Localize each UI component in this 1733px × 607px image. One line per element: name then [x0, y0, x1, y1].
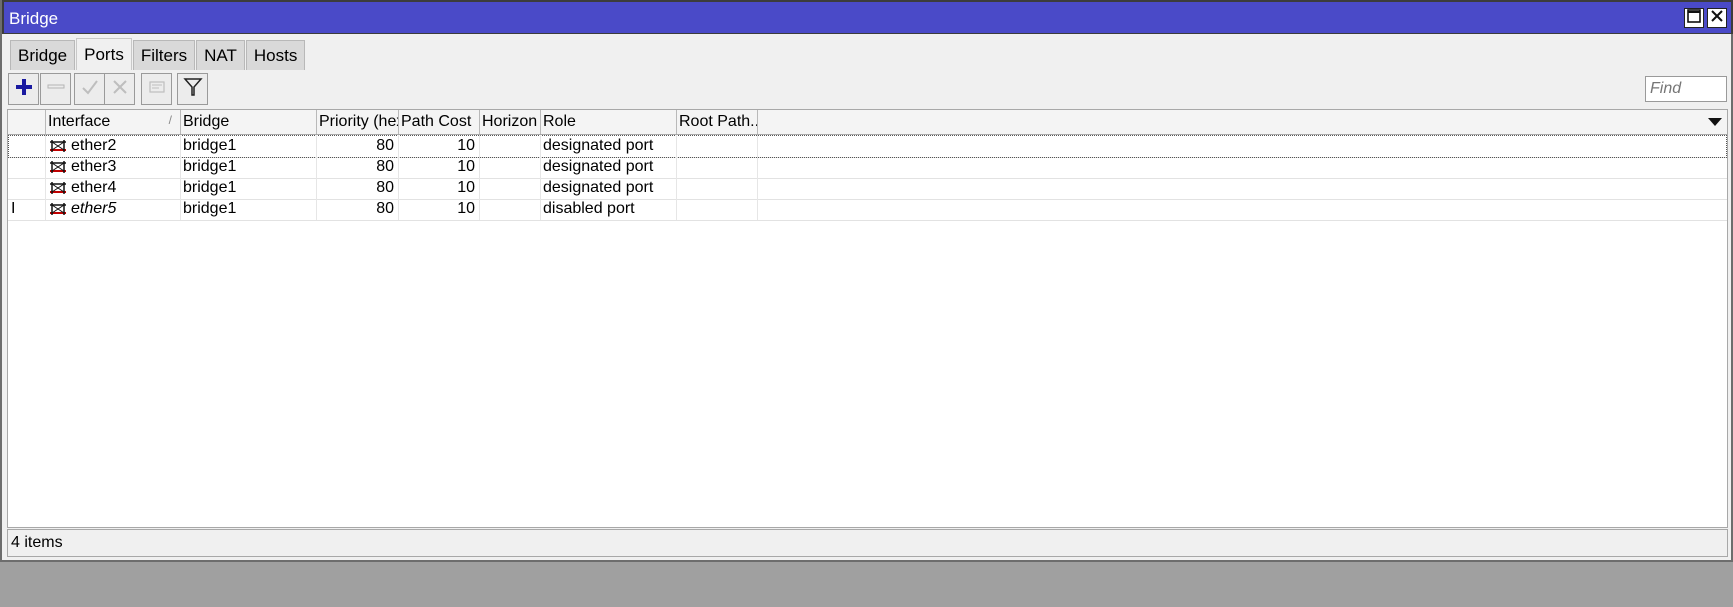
row-interface: ether2	[46, 135, 181, 157]
toolbar	[8, 73, 1728, 107]
column-header-role[interactable]: Role	[541, 110, 677, 134]
filter-icon	[182, 77, 203, 102]
row-priority: 80	[317, 135, 399, 157]
row-role: disabled port	[541, 198, 677, 220]
title-bar[interactable]: Bridge	[2, 0, 1733, 34]
row-path-cost: 10	[399, 177, 480, 199]
minus-icon	[47, 78, 65, 101]
close-button[interactable]	[1707, 8, 1727, 28]
row-root-path	[677, 177, 758, 199]
row-interface-label: ether2	[71, 137, 117, 154]
tab-hosts[interactable]: Hosts	[245, 40, 306, 70]
row-root-path	[677, 156, 758, 178]
add-button[interactable]	[8, 73, 39, 105]
ethernet-port-icon	[50, 182, 66, 194]
row-interface-label: ether3	[71, 158, 117, 175]
column-header-interface-label: Interface	[48, 113, 111, 130]
disable-button[interactable]	[104, 73, 135, 105]
row-priority: 80	[317, 177, 399, 199]
row-root-path	[677, 198, 758, 220]
ethernet-port-icon	[50, 161, 66, 173]
columns-dropdown-icon[interactable]	[1708, 118, 1722, 126]
tab-strip: Bridge Ports Filters NAT Hosts	[10, 38, 306, 70]
row-bridge: bridge1	[181, 198, 317, 220]
row-flag	[8, 177, 46, 199]
row-horizon	[480, 156, 541, 178]
find-input[interactable]	[1645, 76, 1727, 102]
row-root-path	[677, 135, 758, 157]
table-row[interactable]: ether4 bridge1 80 10 designated port	[8, 177, 1727, 200]
filter-button[interactable]	[177, 73, 208, 105]
tab-ports[interactable]: Ports	[76, 38, 132, 70]
item-count: 4 items	[11, 534, 63, 551]
column-header-interface[interactable]: Interface /	[46, 110, 181, 134]
row-role: designated port	[541, 177, 677, 199]
x-icon	[111, 78, 129, 101]
row-path-cost: 10	[399, 135, 480, 157]
row-flag	[8, 135, 46, 157]
row-priority: 80	[317, 156, 399, 178]
desktop-background	[0, 562, 1733, 607]
column-header-horizon[interactable]: Horizon	[480, 110, 541, 134]
ethernet-port-icon	[50, 140, 66, 152]
column-header-path-cost[interactable]: Path Cost	[399, 110, 480, 134]
row-flag	[8, 156, 46, 178]
status-bar: 4 items	[7, 529, 1728, 557]
row-flag: I	[8, 198, 46, 220]
row-interface-label: ether5	[71, 200, 117, 217]
row-interface: ether5	[46, 198, 181, 220]
window-title: Bridge	[9, 9, 59, 28]
row-role: designated port	[541, 156, 677, 178]
table-row[interactable]: ether3 bridge1 80 10 designated port	[8, 156, 1727, 179]
bridge-window: Bridge Bridge Ports Filters NAT Hosts Fi…	[0, 0, 1733, 562]
column-header-bridge[interactable]: Bridge	[181, 110, 317, 134]
row-interface: ether4	[46, 177, 181, 199]
row-bridge: bridge1	[181, 156, 317, 178]
row-interface-label: ether4	[71, 179, 117, 196]
row-horizon	[480, 198, 541, 220]
column-header-priority[interactable]: Priority (hex)	[317, 110, 399, 134]
column-header-flags[interactable]	[8, 110, 46, 134]
row-path-cost: 10	[399, 156, 480, 178]
tab-nat[interactable]: NAT	[196, 40, 245, 70]
close-icon	[1710, 9, 1724, 28]
row-horizon	[480, 177, 541, 199]
row-interface: ether3	[46, 156, 181, 178]
comment-icon	[148, 78, 166, 101]
ethernet-port-icon	[50, 203, 66, 215]
ports-table: Interface / Bridge Priority (hex) Path C…	[7, 109, 1728, 528]
comment-button[interactable]	[141, 73, 172, 105]
tab-bridge[interactable]: Bridge	[10, 40, 76, 70]
remove-button[interactable]	[40, 73, 71, 105]
table-row[interactable]: ether2 bridge1 80 10 designated port	[8, 135, 1727, 158]
row-horizon	[480, 135, 541, 157]
sort-indicator-icon: /	[168, 113, 172, 127]
row-role: designated port	[541, 135, 677, 157]
row-path-cost: 10	[399, 198, 480, 220]
check-icon	[81, 78, 99, 101]
row-priority: 80	[317, 198, 399, 220]
plus-icon	[15, 78, 33, 101]
enable-button[interactable]	[74, 73, 105, 105]
table-row[interactable]: I ether5 bridge1 80 10 disabled port	[8, 198, 1727, 221]
row-bridge: bridge1	[181, 177, 317, 199]
row-bridge: bridge1	[181, 135, 317, 157]
table-header: Interface / Bridge Priority (hex) Path C…	[8, 110, 1727, 135]
maximize-icon	[1687, 8, 1701, 28]
column-header-root-path[interactable]: Root Path...	[677, 110, 758, 134]
maximize-button[interactable]	[1684, 8, 1704, 28]
tab-filters[interactable]: Filters	[132, 40, 196, 70]
